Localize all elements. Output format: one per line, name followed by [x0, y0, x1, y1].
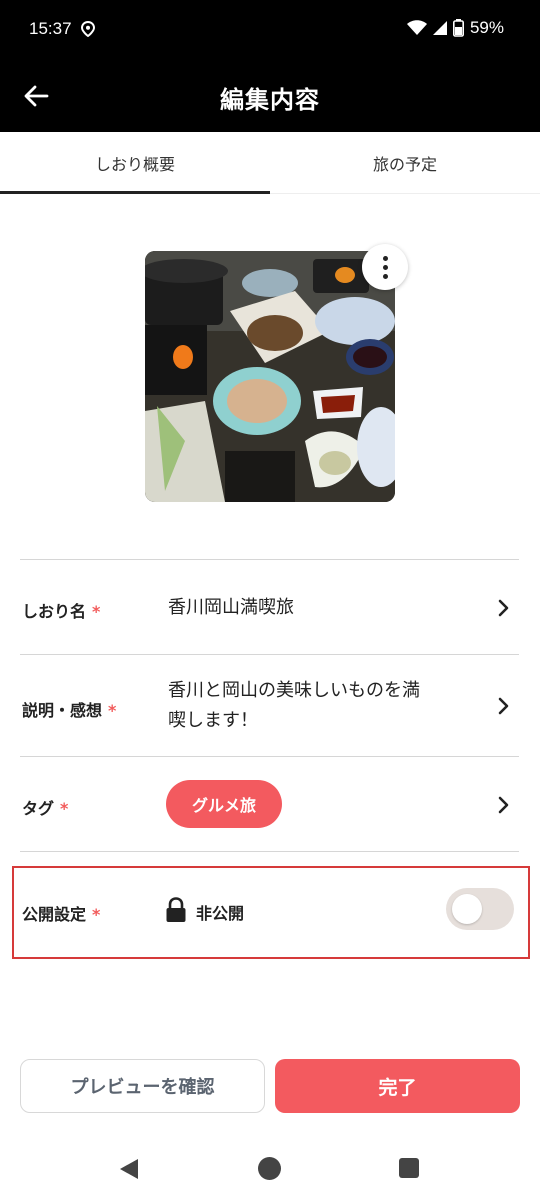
tag-label: タグ * — [22, 799, 69, 818]
preview-button[interactable]: プレビューを確認 — [20, 1059, 265, 1113]
required-mark: * — [60, 799, 69, 818]
battery-percent: 59% — [469, 18, 504, 37]
location-icon — [80, 21, 96, 37]
description-line-1: 香川と岡山の美味しいものを満 — [168, 680, 420, 701]
name-label: しおり名 * — [22, 602, 101, 621]
tag-chip[interactable]: グルメ旅 — [166, 780, 282, 828]
signal-icon — [432, 21, 447, 35]
nav-home-icon[interactable] — [258, 1157, 281, 1180]
chevron-right-icon[interactable] — [494, 599, 512, 617]
required-mark: * — [92, 602, 101, 621]
app-header: 編集内容 — [0, 60, 540, 132]
divider — [20, 756, 519, 757]
tab-schedule[interactable]: 旅の予定 — [270, 132, 540, 194]
description-label: 説明・感想 * — [22, 701, 117, 720]
system-nav-bar — [0, 1138, 540, 1200]
chevron-right-icon[interactable] — [494, 697, 512, 715]
status-icons: 59% — [406, 18, 504, 38]
required-mark: * — [108, 701, 117, 720]
nav-recent-icon[interactable] — [399, 1158, 419, 1178]
photo-menu-button[interactable] — [362, 244, 408, 290]
status-time: 15:37 — [29, 19, 72, 38]
visibility-toggle[interactable] — [446, 888, 514, 930]
divider — [20, 559, 519, 560]
description-value[interactable]: 香川と岡山の美味しいものを満 喫します！ — [168, 676, 420, 736]
name-value[interactable]: 香川岡山満喫旅 — [168, 593, 294, 623]
visibility-label: 公開設定 * — [22, 905, 101, 924]
page-title: 編集内容 — [220, 86, 320, 114]
lock-icon — [166, 897, 186, 922]
nav-back-icon[interactable] — [119, 1158, 139, 1180]
tab-bar: しおり概要 旅の予定 — [0, 132, 540, 194]
status-bar: 15:37 59% — [0, 0, 540, 60]
tab-indicator — [0, 191, 270, 194]
description-line-2: 喫します！ — [168, 710, 258, 731]
cover-photo[interactable] — [145, 251, 395, 502]
wifi-icon — [406, 20, 427, 35]
required-mark: * — [92, 905, 101, 924]
divider — [20, 654, 519, 655]
toggle-knob — [452, 894, 482, 924]
done-button[interactable]: 完了 — [275, 1059, 520, 1113]
visibility-value: 非公開 — [196, 904, 245, 923]
food-photo-image — [145, 251, 395, 502]
more-vertical-icon — [382, 255, 388, 261]
battery-icon — [452, 19, 464, 37]
chevron-right-icon[interactable] — [494, 796, 512, 814]
divider — [20, 851, 519, 852]
tab-overview[interactable]: しおり概要 — [0, 132, 270, 194]
